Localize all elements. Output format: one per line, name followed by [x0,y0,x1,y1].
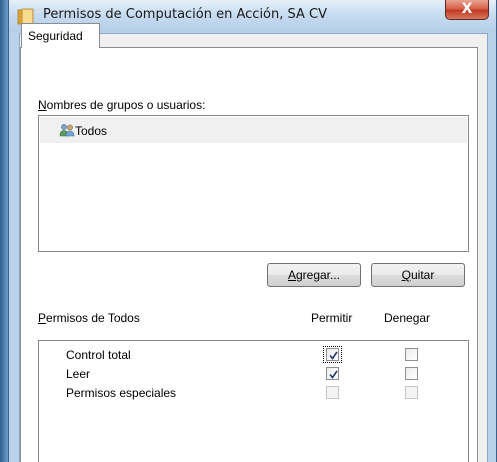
users-group-icon [59,123,75,137]
add-button[interactable]: Agregar... [267,263,361,287]
users-list[interactable]: Todos [38,115,469,252]
close-button[interactable]: X [445,0,489,20]
permission-name: Permisos especiales [66,386,177,400]
permissions-label: Permisos de Todos [38,311,140,325]
remove-button-label: uitar [411,268,435,282]
window-title: Permisos de Computación en Acción, SA CV [43,7,328,22]
list-item[interactable]: Todos [40,117,467,143]
permissions-label-mnemonic: P [38,311,47,325]
add-button-mnemonic: A [287,268,296,282]
permission-name: Control total [66,348,131,362]
add-button-label: gregar... [295,268,341,282]
tab-security-label: Seguridad [28,29,83,43]
groups-label-mnemonic: N [38,98,47,112]
groups-label: Nombres de grupos o usuarios: [38,98,205,112]
allow-checkbox[interactable] [326,367,339,380]
remove-button-mnemonic: Q [401,268,411,282]
deny-checkbox[interactable] [405,367,418,380]
deny-checkbox[interactable] [405,348,418,361]
checkmark-icon [329,351,338,360]
allow-checkbox [326,386,339,399]
column-header-allow: Permitir [311,311,353,325]
column-header-deny: Denegar [384,311,431,325]
deny-checkbox [405,386,418,399]
allow-checkbox[interactable] [326,348,339,361]
groups-label-text: ombres de grupos o usuarios: [46,98,206,112]
tab-security[interactable]: Seguridad [21,23,100,48]
checkmark-icon [329,370,338,379]
permission-name: Leer [66,367,91,381]
remove-button[interactable]: Quitar [371,263,465,287]
close-icon: X [461,1,473,17]
permissions-label-text: ermisos de Todos [46,311,140,325]
user-name: Todos [75,124,108,138]
